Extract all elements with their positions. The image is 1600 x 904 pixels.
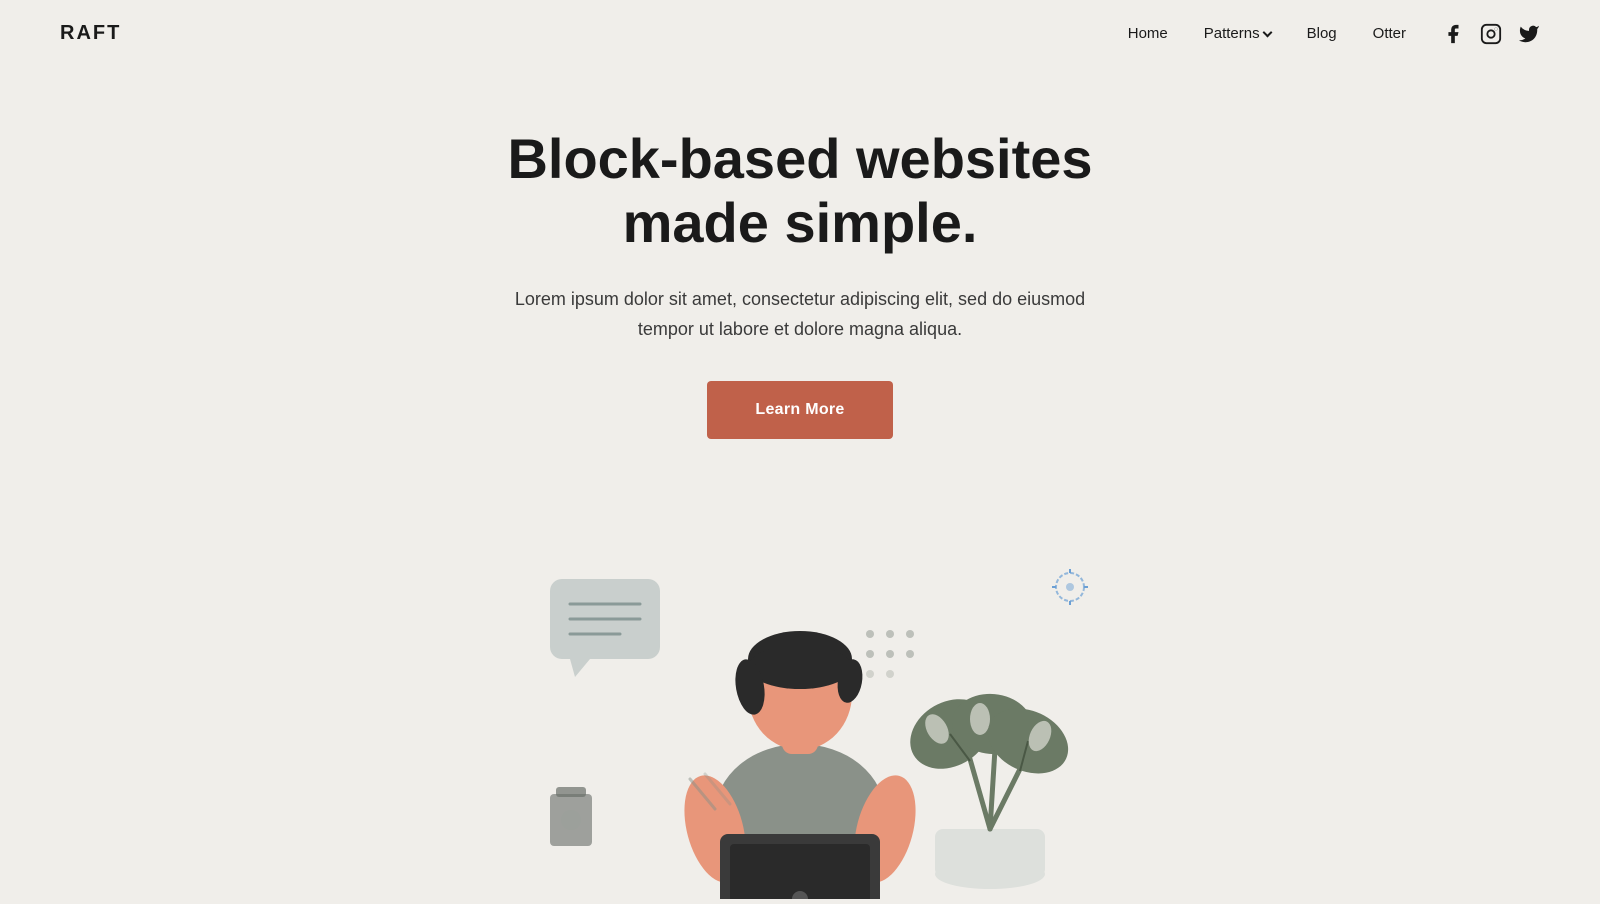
hero-illustration (450, 519, 1150, 899)
nav-otter[interactable]: Otter (1373, 25, 1406, 42)
social-icons (1442, 23, 1540, 45)
nav-home[interactable]: Home (1128, 25, 1168, 42)
nav-links: Home Patterns Blog Otter (1128, 23, 1540, 45)
learn-more-button[interactable]: Learn More (707, 381, 892, 439)
hero-subtitle: Lorem ipsum dolor sit amet, consectetur … (510, 284, 1090, 345)
hero-section: Block-based websites made simple. Lorem … (0, 67, 1600, 479)
hero-title: Block-based websites made simple. (480, 127, 1120, 256)
nav-blog[interactable]: Blog (1307, 25, 1337, 42)
nav-patterns[interactable]: Patterns (1204, 25, 1271, 42)
chevron-down-icon (1262, 28, 1272, 38)
twitter-icon[interactable] (1518, 23, 1540, 45)
navigation: RAFT Home Patterns Blog Otter (0, 0, 1600, 67)
illustration-svg (450, 519, 1150, 899)
facebook-icon[interactable] (1442, 23, 1464, 45)
site-logo: RAFT (60, 22, 121, 45)
instagram-icon[interactable] (1480, 23, 1502, 45)
